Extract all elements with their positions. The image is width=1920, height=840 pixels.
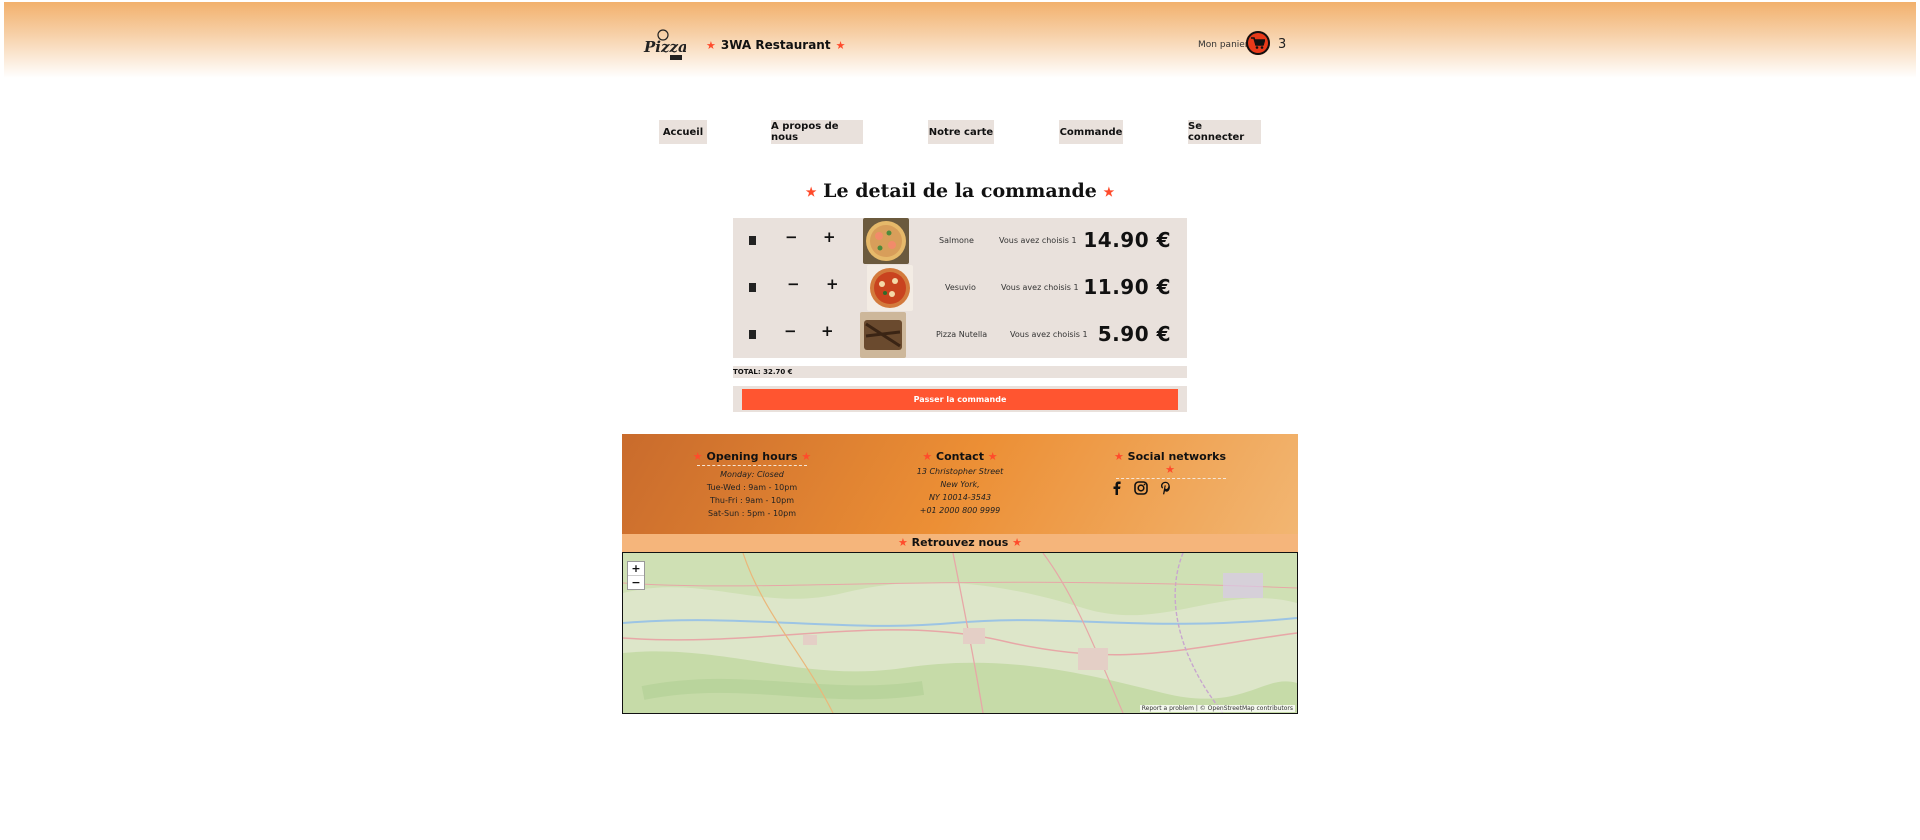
nav-accueil[interactable]: Accueil xyxy=(659,120,707,144)
cart-icon xyxy=(1251,37,1265,49)
instagram-icon[interactable] xyxy=(1134,481,1148,495)
hours-line: Tue-Wed : 9am - 10pm xyxy=(706,483,798,492)
divider xyxy=(1116,478,1226,479)
opening-hours: ★ Opening hours ★ Monday: Closed Tue-Wed… xyxy=(692,450,812,520)
star-icon: ★ xyxy=(1012,536,1023,549)
item-name: Pizza Nutella xyxy=(936,330,988,339)
nutella-pizza-image xyxy=(860,312,906,358)
svg-text:Pizza: Pizza xyxy=(643,38,686,56)
item-price: 14.90 € xyxy=(1083,228,1171,252)
social-title: Social networks xyxy=(1127,450,1227,463)
star-icon: ★ xyxy=(1113,450,1124,463)
star-icon: ★ xyxy=(835,38,846,52)
order-total: TOTAL: 32.70 € xyxy=(733,366,1187,378)
page-title: ★ Le detail de la commande ★ xyxy=(0,180,1920,202)
item-price: 5.90 € xyxy=(1097,322,1171,346)
minus-button[interactable]: − xyxy=(785,228,798,246)
social-icons xyxy=(1110,481,1230,495)
trash-icon[interactable] xyxy=(749,236,756,245)
footer: ★ Opening hours ★ Monday: Closed Tue-Wed… xyxy=(622,434,1298,534)
social-networks: ★ Social networks ★ xyxy=(1110,450,1230,495)
brand-name: 3WA Restaurant xyxy=(720,38,831,52)
star-icon: ★ xyxy=(801,450,812,463)
zoom-out-button[interactable]: − xyxy=(628,576,644,589)
map-zoom-controls: + − xyxy=(627,561,645,590)
nav-a-propos[interactable]: A propos de nous xyxy=(771,120,863,144)
contact: ★ Contact ★ 13 Christopher Street New Yo… xyxy=(900,450,1020,517)
item-name: Salmone xyxy=(939,236,974,245)
nav-notre-carte[interactable]: Notre carte xyxy=(928,120,994,144)
star-icon: ★ xyxy=(706,38,716,52)
star-icon: ★ xyxy=(922,450,933,463)
star-icon: ★ xyxy=(1103,185,1115,199)
contact-line: +01 2000 800 9999 xyxy=(919,506,1001,515)
pizza-logo[interactable]: Pizza xyxy=(640,28,686,62)
hours-line: Sat-Sun : 5pm - 10pm xyxy=(708,509,796,518)
item-quantity: Vous avez choisis 1 xyxy=(999,236,1077,245)
star-icon: ★ xyxy=(805,185,817,199)
item-name: Vesuvio xyxy=(945,283,976,292)
item-price: 11.90 € xyxy=(1083,275,1171,299)
facebook-icon[interactable] xyxy=(1112,481,1122,495)
nav-se-connecter[interactable]: Se connecter xyxy=(1188,120,1261,144)
item-quantity: Vous avez choisis 1 xyxy=(1001,283,1079,292)
star-icon: ★ xyxy=(897,536,908,549)
hours-line: Thu-Fri : 9am - 10pm xyxy=(709,496,795,505)
order-row: − + Pizza Nutella Vous avez choisis 1 5.… xyxy=(733,312,1187,358)
order-row: − + Vesuvio Vous avez choisis 1 11.90 € xyxy=(733,265,1187,311)
order-row: − + Salmone Vous avez choisis 1 14.90 € xyxy=(733,218,1187,264)
cart-label[interactable]: Mon panier xyxy=(1198,40,1249,50)
contact-line: New York, xyxy=(940,480,980,489)
passer-commande-button[interactable]: Passer la commande xyxy=(742,389,1178,410)
contact-line: 13 Christopher Street xyxy=(916,467,1004,476)
hours-line: Monday: Closed xyxy=(720,470,784,479)
vesuvio-pizza-image xyxy=(867,265,913,311)
trash-icon[interactable] xyxy=(749,330,756,339)
cart-button[interactable] xyxy=(1246,31,1270,55)
plus-button[interactable]: + xyxy=(826,275,839,293)
map[interactable]: + − Report a problem | © OpenStreetMap c… xyxy=(622,552,1298,714)
cart-count: 3 xyxy=(1278,37,1287,52)
map-attribution[interactable]: Report a problem | © OpenStreetMap contr… xyxy=(1139,705,1295,712)
brand: ★ 3WA Restaurant ★ xyxy=(706,38,845,52)
order-submit-wrapper: Passer la commande xyxy=(733,386,1187,412)
page-title-text: Le detail de la commande xyxy=(823,180,1097,202)
contact-line: NY 10014-3543 xyxy=(928,493,992,502)
star-icon: ★ xyxy=(692,450,703,463)
map-title: ★ Retrouvez nous ★ xyxy=(622,534,1298,552)
nav-commande[interactable]: Commande xyxy=(1059,120,1123,144)
minus-button[interactable]: − xyxy=(787,275,800,293)
star-icon: ★ xyxy=(987,450,998,463)
plus-button[interactable]: + xyxy=(821,322,834,340)
contact-title: Contact xyxy=(936,450,984,463)
item-quantity: Vous avez choisis 1 xyxy=(1010,330,1088,339)
plus-button[interactable]: + xyxy=(823,228,836,246)
pinterest-icon[interactable] xyxy=(1160,481,1171,495)
opening-hours-title: Opening hours xyxy=(706,450,798,463)
map-tiles[interactable] xyxy=(623,553,1297,713)
divider xyxy=(697,465,807,466)
star-icon: ★ xyxy=(1165,463,1175,476)
order-list: − + Salmone Vous avez choisis 1 14.90 € … xyxy=(733,218,1187,358)
zoom-in-button[interactable]: + xyxy=(628,562,644,576)
minus-button[interactable]: − xyxy=(784,322,797,340)
site-header xyxy=(4,2,1916,78)
trash-icon[interactable] xyxy=(749,283,756,292)
salmone-pizza-image xyxy=(863,218,909,264)
map-title-text: Retrouvez nous xyxy=(911,536,1009,549)
